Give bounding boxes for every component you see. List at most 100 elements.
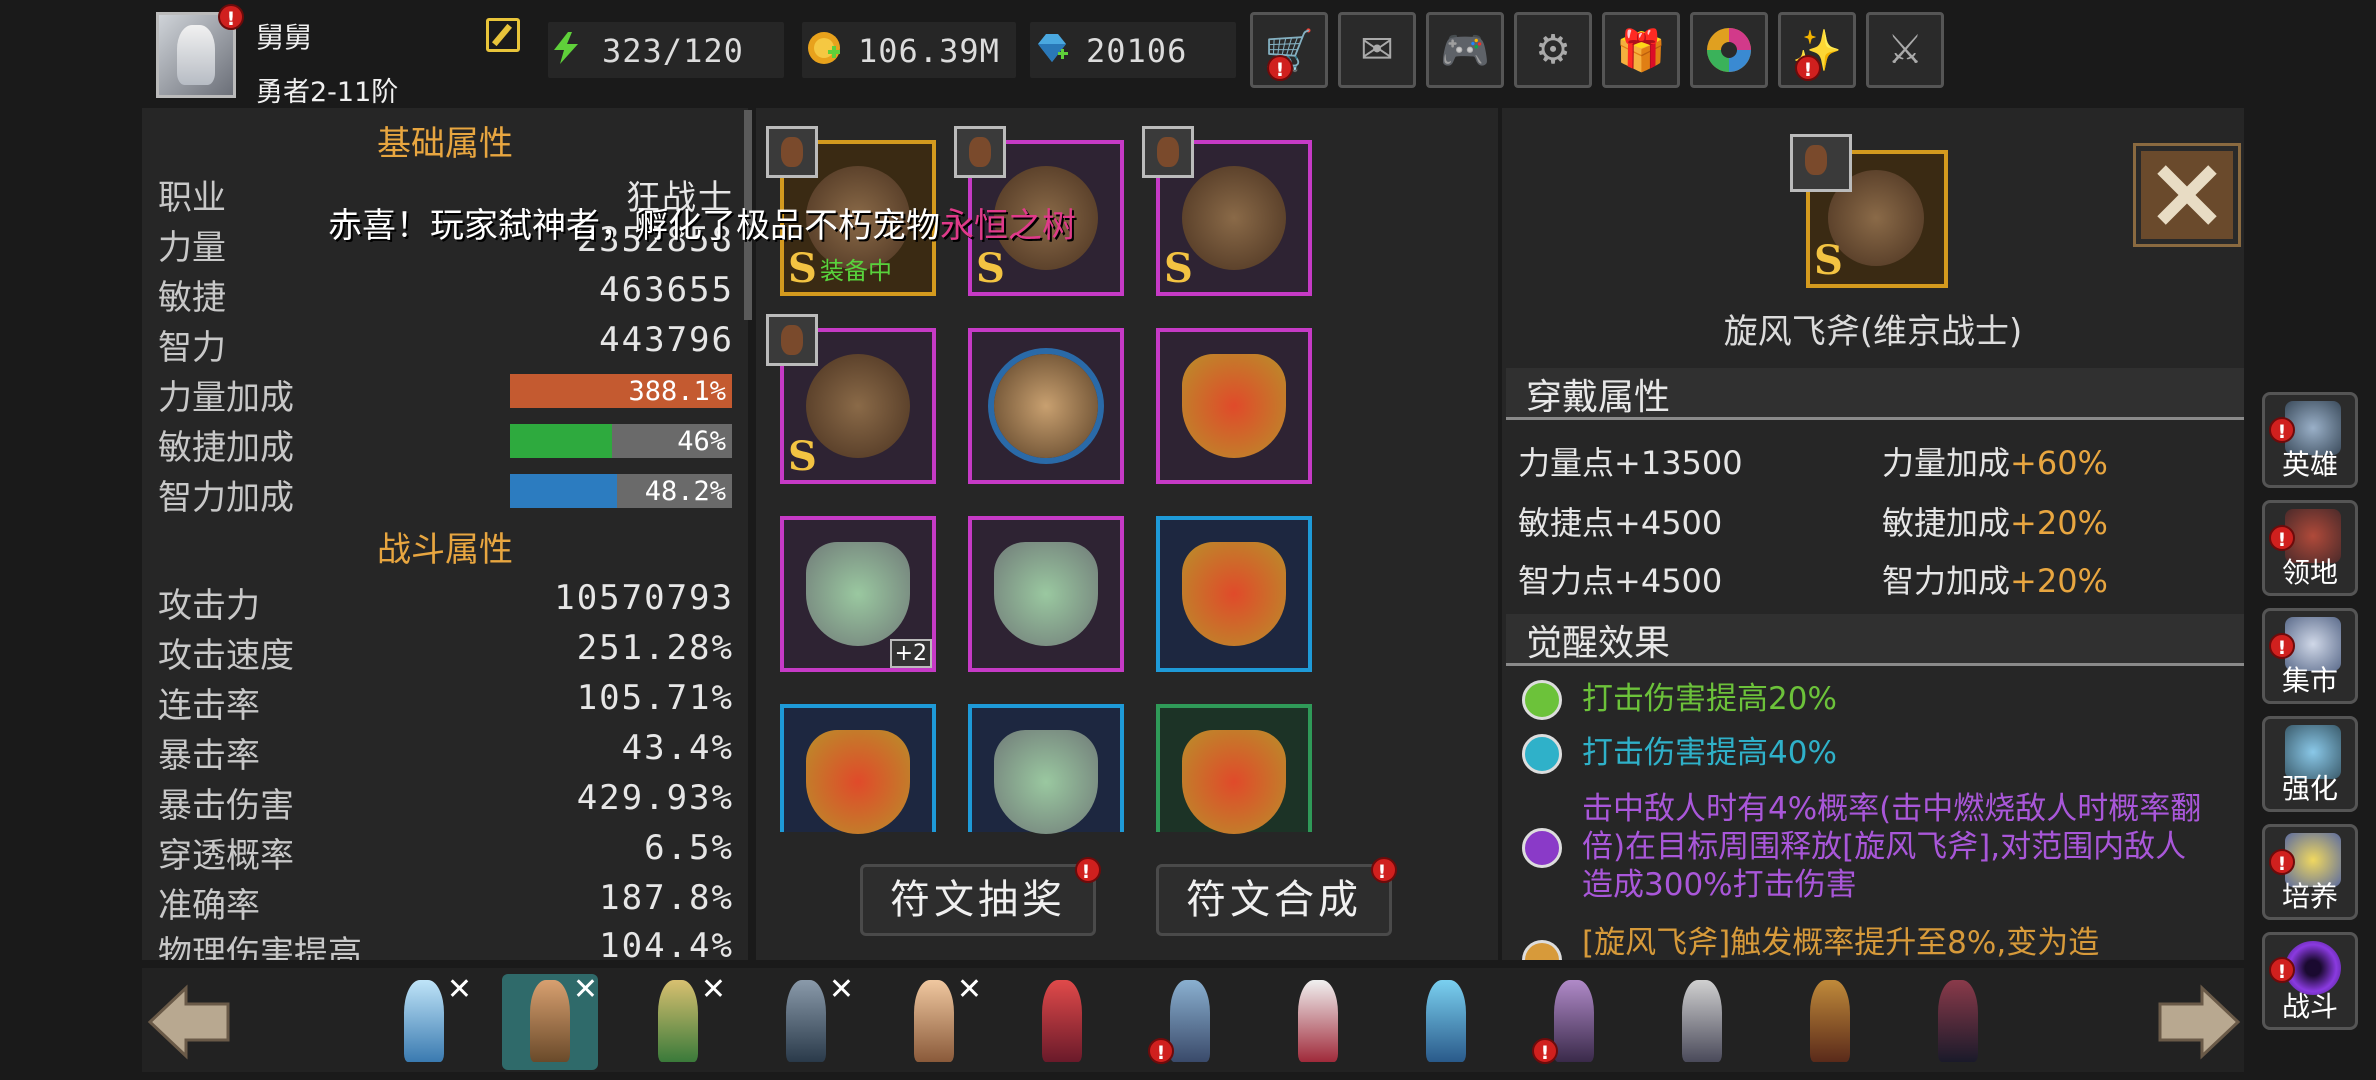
side-menu-heroes[interactable]: ! 英雄 — [2262, 392, 2358, 488]
attr-label: 力量点 — [1518, 444, 1615, 482]
hero-slot-sorcerer[interactable]: ! — [1526, 974, 1622, 1070]
strength-bonus-bar: 388.1% — [510, 374, 732, 408]
stat-label: 暴击伤害 — [158, 786, 294, 826]
player-rank: 勇者2-11阶 — [256, 77, 399, 108]
rune-merge-button[interactable]: 符文合成 ! — [1156, 857, 1397, 936]
hero-slot-knight[interactable] — [1654, 974, 1750, 1070]
rune-draw-button[interactable]: 符文抽奖 ! — [860, 857, 1101, 936]
flame-crest-rune-icon — [1182, 542, 1286, 646]
hero-slot-frost-spirit[interactable] — [1398, 974, 1494, 1070]
stat-label: 准确率 — [158, 886, 260, 926]
fireworks-alert-badge: ! — [1795, 55, 1821, 81]
side-menu-battle[interactable]: ! 战斗 — [2262, 932, 2358, 1030]
silver-wing-rune-icon — [994, 542, 1098, 646]
territory-alert-badge: ! — [2269, 525, 2295, 551]
hero-slot-amazon[interactable]: ✕ — [886, 972, 982, 1070]
class-label: 职业 — [158, 178, 226, 218]
fireworks-button[interactable]: ✨ ! — [1778, 12, 1856, 88]
silver-wing-rune-icon — [994, 730, 1098, 834]
equipped-label: 装备中 — [820, 257, 892, 285]
flame-crest-rune-icon — [1182, 354, 1286, 458]
awaken-effect: 打击伤害提高20% — [1582, 681, 1837, 717]
wear-attr: 敏捷加成+20% — [1882, 498, 2108, 544]
hero-sprite — [1810, 980, 1850, 1062]
bonus-value: 48.2% — [644, 476, 726, 507]
hero-slot-gunner[interactable]: ! — [1142, 974, 1238, 1070]
color-wheel-button[interactable] — [1690, 12, 1768, 88]
mail-button[interactable]: ✉ — [1338, 12, 1416, 88]
hero-slot-dark-knight[interactable] — [1910, 974, 2006, 1070]
effect-dot-green — [1522, 680, 1562, 720]
dispatched-x-icon: ✕ — [828, 972, 854, 1007]
combat-attrs-title: 战斗属性 — [377, 530, 513, 570]
heroes-alert-badge: ! — [2269, 417, 2295, 443]
hero-slot-viking[interactable]: ✕ — [502, 972, 598, 1070]
hero-sprite — [914, 980, 954, 1062]
rune-slot[interactable] — [968, 516, 1124, 672]
hero-sprite — [404, 980, 444, 1062]
hero-slot-rogue[interactable]: ✕ — [758, 972, 854, 1070]
gem-value: 20106 — [1086, 32, 1188, 70]
rune-slot[interactable] — [968, 704, 1124, 834]
scroll-right-arrow[interactable] — [2156, 984, 2242, 1060]
market-alert-badge: ! — [2269, 633, 2295, 659]
close-button[interactable] — [2133, 143, 2241, 247]
hero-sprite — [1298, 980, 1338, 1062]
rune-slot[interactable] — [1156, 328, 1312, 484]
rune-slot[interactable] — [780, 704, 936, 834]
stat-label: 暴击率 — [158, 736, 260, 776]
system-broadcast-toast: 赤喜！玩家弑神者，孵化了极品不朽宠物永恒之树 — [328, 198, 1076, 247]
gem-counter: 20106 — [1030, 22, 1236, 78]
cultivate-alert-badge: ! — [2269, 849, 2295, 875]
rune-slot[interactable] — [968, 328, 1124, 484]
gold-value: 106.39M — [858, 32, 1000, 70]
hero-sprite — [1938, 980, 1978, 1062]
tier-badge: S — [788, 245, 817, 292]
rune-slot[interactable]: +2 — [780, 516, 936, 672]
gamepad-button[interactable]: 🎮 — [1426, 12, 1504, 88]
effect-dot-purple — [1522, 828, 1562, 868]
bonus-row-agility: 敏捷加成 46% — [158, 420, 734, 468]
spiked-shield-rune-icon — [994, 354, 1098, 458]
effect-dot-cyan — [1522, 734, 1562, 774]
stat-label: 敏捷 — [158, 278, 226, 318]
side-menu-market[interactable]: ! 集市 — [2262, 608, 2358, 704]
attr-value: +13500 — [1614, 444, 1743, 482]
hero-sprite — [1554, 980, 1594, 1062]
hero-sprite — [1042, 980, 1082, 1062]
hero-slot-ice-mage[interactable]: ✕ — [376, 972, 472, 1070]
stat-row: 物理伤害提高 104.4% — [158, 926, 734, 960]
settings-button[interactable]: ⚙ — [1514, 12, 1592, 88]
axe-shield-rune-icon — [1182, 166, 1286, 270]
attr-label: 敏捷点 — [1518, 504, 1615, 542]
bonus-row-intellect: 智力加成 48.2% — [158, 470, 734, 518]
side-menu-label: 强化 — [2281, 772, 2338, 805]
tier-badge: S — [1164, 245, 1193, 292]
agility-bonus-bar: 46% — [510, 424, 732, 458]
hero-slot-priestess[interactable] — [1270, 974, 1366, 1070]
battle-pass-button[interactable]: ⚔ — [1866, 12, 1944, 88]
side-menu-cultivate[interactable]: ! 培养 — [2262, 824, 2358, 920]
gift-button[interactable]: 🎁 — [1602, 12, 1680, 88]
stat-row: 暴击率 43.4% — [158, 728, 734, 776]
rune-slot[interactable] — [1156, 516, 1312, 672]
scroll-left-arrow[interactable] — [146, 984, 232, 1060]
stat-value: 187.8% — [599, 878, 734, 918]
edit-name-icon[interactable] — [486, 18, 520, 52]
stat-row: 准确率 187.8% — [158, 878, 734, 926]
stat-value: 251.28% — [576, 628, 734, 668]
crossed-swords-icon: ⚔ — [1887, 27, 1923, 73]
hero-slot-archer[interactable]: ✕ — [630, 972, 726, 1070]
arrow-right-icon — [2158, 984, 2241, 1060]
hero-slot-red-mage[interactable] — [1014, 974, 1110, 1070]
side-menu-territory[interactable]: ! 领地 — [2262, 500, 2358, 596]
hero-sprite — [1426, 980, 1466, 1062]
stat-row: 连击率 105.71% — [158, 678, 734, 726]
side-menu-enhance[interactable]: 强化 — [2262, 716, 2358, 812]
hero-slot-crossbow[interactable] — [1782, 974, 1878, 1070]
side-menu-label: 集市 — [2281, 664, 2338, 697]
stat-label: 连击率 — [158, 686, 260, 726]
shop-button[interactable]: 🛒 ! — [1250, 12, 1328, 88]
rune-slot[interactable] — [1156, 704, 1312, 834]
gamepad-icon: 🎮 — [1440, 27, 1490, 74]
